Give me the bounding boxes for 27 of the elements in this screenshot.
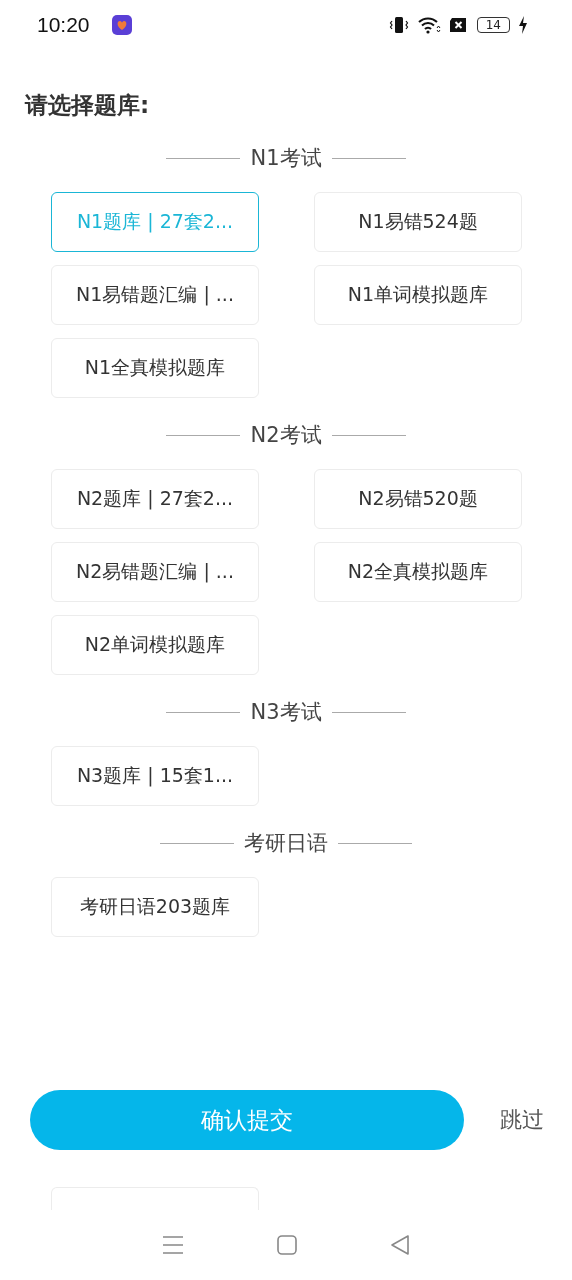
vibrate-icon xyxy=(388,16,409,34)
status-time: 10:20 xyxy=(37,13,90,37)
app-icon xyxy=(111,15,132,35)
option-card[interactable]: N1易错题汇编 | ... xyxy=(51,265,259,325)
section-heading: 考研日语 xyxy=(244,830,328,857)
option-card[interactable]: N1单词模拟题库 xyxy=(314,265,522,325)
section-heading: N3考试 xyxy=(250,699,322,726)
charging-icon xyxy=(518,16,528,34)
option-card[interactable]: 考研日语203题库 xyxy=(51,877,259,937)
no-sim-icon xyxy=(448,17,469,33)
option-card[interactable]: N3题库 | 15套1... xyxy=(51,746,259,806)
back-icon[interactable] xyxy=(390,1235,411,1255)
option-card[interactable]: N2全真模拟题库 xyxy=(314,542,522,602)
option-card[interactable]: N2题库 | 27套2... xyxy=(51,469,259,529)
skip-link[interactable]: 跳过 xyxy=(500,1105,544,1135)
menu-icon[interactable] xyxy=(161,1235,184,1255)
home-icon[interactable] xyxy=(277,1235,297,1255)
battery-level: 14 xyxy=(476,17,510,33)
section-heading: N1考试 xyxy=(250,145,322,172)
option-card[interactable]: N1易错524题 xyxy=(314,192,522,252)
option-card[interactable]: N2易错520题 xyxy=(314,469,522,529)
option-card[interactable]: N2单词模拟题库 xyxy=(51,615,259,675)
option-card[interactable]: N1全真模拟题库 xyxy=(51,338,259,398)
page-title: 请选择题库: xyxy=(25,91,151,120)
wifi-icon xyxy=(416,16,441,34)
option-card[interactable]: N2易错题汇编 | ... xyxy=(51,542,259,602)
section-heading: N2考试 xyxy=(250,422,322,449)
